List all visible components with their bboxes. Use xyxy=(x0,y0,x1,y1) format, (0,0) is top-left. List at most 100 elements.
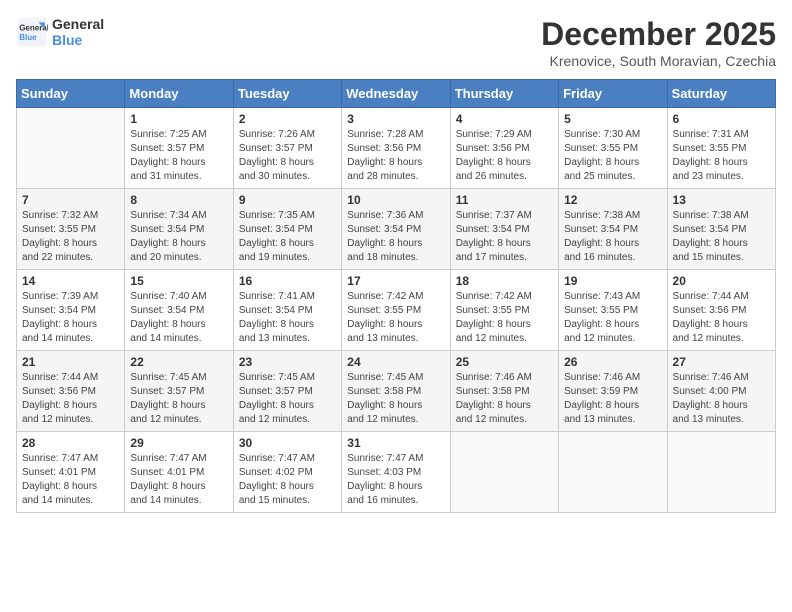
calendar-cell: 30 Sunrise: 7:47 AM Sunset: 4:02 PM Dayli… xyxy=(233,432,341,513)
calendar-cell: 15 Sunrise: 7:40 AM Sunset: 3:54 PM Dayli… xyxy=(125,270,233,351)
location-subtitle: Krenovice, South Moravian, Czechia xyxy=(541,53,776,69)
title-block: December 2025 Krenovice, South Moravian,… xyxy=(541,16,776,69)
month-title: December 2025 xyxy=(541,16,776,53)
day-number: 8 xyxy=(130,193,227,207)
day-info: Sunrise: 7:32 AM Sunset: 3:55 PM Dayligh… xyxy=(22,209,119,265)
day-number: 28 xyxy=(22,436,119,450)
day-info: Sunrise: 7:40 AM Sunset: 3:54 PM Dayligh… xyxy=(130,290,227,346)
weekday-row: SundayMondayTuesdayWednesdayThursdayFrid… xyxy=(17,80,776,108)
day-number: 22 xyxy=(130,355,227,369)
day-number: 30 xyxy=(239,436,336,450)
day-info: Sunrise: 7:26 AM Sunset: 3:57 PM Dayligh… xyxy=(239,128,336,184)
calendar-body: 1 Sunrise: 7:25 AM Sunset: 3:57 PM Daylig… xyxy=(17,108,776,513)
calendar-table: SundayMondayTuesdayWednesdayThursdayFrid… xyxy=(16,79,776,513)
day-number: 11 xyxy=(456,193,553,207)
day-number: 3 xyxy=(347,112,444,126)
page-header: General Blue GeneralBlue December 2025 K… xyxy=(16,16,776,69)
calendar-cell: 11 Sunrise: 7:37 AM Sunset: 3:54 PM Dayli… xyxy=(450,189,558,270)
calendar-cell: 31 Sunrise: 7:47 AM Sunset: 4:03 PM Dayli… xyxy=(342,432,450,513)
day-info: Sunrise: 7:45 AM Sunset: 3:57 PM Dayligh… xyxy=(130,371,227,427)
calendar-cell: 14Sunrise: 7:39 AM Sunset: 3:54 PM Dayli… xyxy=(17,270,125,351)
day-number: 2 xyxy=(239,112,336,126)
day-info: Sunrise: 7:28 AM Sunset: 3:56 PM Dayligh… xyxy=(347,128,444,184)
day-info: Sunrise: 7:46 AM Sunset: 4:00 PM Dayligh… xyxy=(673,371,770,427)
weekday-header: Thursday xyxy=(450,80,558,108)
weekday-header: Wednesday xyxy=(342,80,450,108)
day-info: Sunrise: 7:34 AM Sunset: 3:54 PM Dayligh… xyxy=(130,209,227,265)
day-info: Sunrise: 7:46 AM Sunset: 3:58 PM Dayligh… xyxy=(456,371,553,427)
day-number: 26 xyxy=(564,355,661,369)
calendar-cell: 28Sunrise: 7:47 AM Sunset: 4:01 PM Dayli… xyxy=(17,432,125,513)
day-number: 9 xyxy=(239,193,336,207)
day-info: Sunrise: 7:37 AM Sunset: 3:54 PM Dayligh… xyxy=(456,209,553,265)
calendar-cell: 13 Sunrise: 7:38 AM Sunset: 3:54 PM Dayli… xyxy=(667,189,775,270)
calendar-cell: 4 Sunrise: 7:29 AM Sunset: 3:56 PM Daylig… xyxy=(450,108,558,189)
day-info: Sunrise: 7:47 AM Sunset: 4:01 PM Dayligh… xyxy=(130,452,227,508)
day-info: Sunrise: 7:30 AM Sunset: 3:55 PM Dayligh… xyxy=(564,128,661,184)
day-number: 19 xyxy=(564,274,661,288)
day-info: Sunrise: 7:43 AM Sunset: 3:55 PM Dayligh… xyxy=(564,290,661,346)
day-info: Sunrise: 7:31 AM Sunset: 3:55 PM Dayligh… xyxy=(673,128,770,184)
logo-icon: General Blue xyxy=(16,16,48,48)
svg-text:Blue: Blue xyxy=(19,33,37,42)
day-number: 20 xyxy=(673,274,770,288)
day-number: 31 xyxy=(347,436,444,450)
calendar-cell: 21 Sunrise: 7:44 AM Sunset: 3:56 PM Dayli… xyxy=(17,351,125,432)
calendar-cell xyxy=(17,108,125,189)
calendar-cell: 9Sunrise: 7:35 AM Sunset: 3:54 PM Daylig… xyxy=(233,189,341,270)
day-info: Sunrise: 7:47 AM Sunset: 4:03 PM Dayligh… xyxy=(347,452,444,508)
day-number: 5 xyxy=(564,112,661,126)
calendar-cell: 6 Sunrise: 7:31 AM Sunset: 3:55 PM Daylig… xyxy=(667,108,775,189)
logo-text: GeneralBlue xyxy=(52,16,104,48)
calendar-week: 14Sunrise: 7:39 AM Sunset: 3:54 PM Dayli… xyxy=(17,270,776,351)
calendar-cell: 12Sunrise: 7:38 AM Sunset: 3:54 PM Dayli… xyxy=(559,189,667,270)
day-number: 1 xyxy=(130,112,227,126)
day-number: 21 xyxy=(22,355,119,369)
day-info: Sunrise: 7:44 AM Sunset: 3:56 PM Dayligh… xyxy=(22,371,119,427)
calendar-cell: 27 Sunrise: 7:46 AM Sunset: 4:00 PM Dayli… xyxy=(667,351,775,432)
day-info: Sunrise: 7:44 AM Sunset: 3:56 PM Dayligh… xyxy=(673,290,770,346)
calendar-cell: 10Sunrise: 7:36 AM Sunset: 3:54 PM Dayli… xyxy=(342,189,450,270)
day-info: Sunrise: 7:25 AM Sunset: 3:57 PM Dayligh… xyxy=(130,128,227,184)
calendar-cell: 5 Sunrise: 7:30 AM Sunset: 3:55 PM Daylig… xyxy=(559,108,667,189)
day-number: 15 xyxy=(130,274,227,288)
logo: General Blue GeneralBlue xyxy=(16,16,104,48)
day-info: Sunrise: 7:41 AM Sunset: 3:54 PM Dayligh… xyxy=(239,290,336,346)
calendar-cell: 29 Sunrise: 7:47 AM Sunset: 4:01 PM Dayli… xyxy=(125,432,233,513)
calendar-cell: 18Sunrise: 7:42 AM Sunset: 3:55 PM Dayli… xyxy=(450,270,558,351)
day-number: 17 xyxy=(347,274,444,288)
day-info: Sunrise: 7:45 AM Sunset: 3:58 PM Dayligh… xyxy=(347,371,444,427)
calendar-header: SundayMondayTuesdayWednesdayThursdayFrid… xyxy=(17,80,776,108)
day-info: Sunrise: 7:47 AM Sunset: 4:02 PM Dayligh… xyxy=(239,452,336,508)
day-number: 6 xyxy=(673,112,770,126)
day-number: 7 xyxy=(22,193,119,207)
calendar-cell: 17Sunrise: 7:42 AM Sunset: 3:55 PM Dayli… xyxy=(342,270,450,351)
weekday-header: Tuesday xyxy=(233,80,341,108)
day-info: Sunrise: 7:39 AM Sunset: 3:54 PM Dayligh… xyxy=(22,290,119,346)
calendar-cell xyxy=(667,432,775,513)
weekday-header: Friday xyxy=(559,80,667,108)
day-number: 29 xyxy=(130,436,227,450)
calendar-week: 28 Sunrise: 7:47 AM Sunset: 4:01 PM Dayli… xyxy=(17,432,776,513)
calendar-cell: 3 Sunrise: 7:28 AM Sunset: 3:56 PM Daylig… xyxy=(342,108,450,189)
calendar-week: 21 Sunrise: 7:44 AM Sunset: 3:56 PM Dayli… xyxy=(17,351,776,432)
day-info: Sunrise: 7:46 AM Sunset: 3:59 PM Dayligh… xyxy=(564,371,661,427)
day-number: 13 xyxy=(673,193,770,207)
calendar-cell: 24 Sunrise: 7:45 AM Sunset: 3:58 PM Dayli… xyxy=(342,351,450,432)
day-number: 4 xyxy=(456,112,553,126)
day-number: 24 xyxy=(347,355,444,369)
calendar-week: 1 Sunrise: 7:25 AM Sunset: 3:57 PM Daylig… xyxy=(17,108,776,189)
calendar-cell: 7 Sunrise: 7:32 AM Sunset: 3:55 PM Daylig… xyxy=(17,189,125,270)
calendar-cell xyxy=(559,432,667,513)
day-info: Sunrise: 7:42 AM Sunset: 3:55 PM Dayligh… xyxy=(456,290,553,346)
day-info: Sunrise: 7:29 AM Sunset: 3:56 PM Dayligh… xyxy=(456,128,553,184)
day-info: Sunrise: 7:38 AM Sunset: 3:54 PM Dayligh… xyxy=(564,209,661,265)
day-number: 27 xyxy=(673,355,770,369)
day-info: Sunrise: 7:36 AM Sunset: 3:54 PM Dayligh… xyxy=(347,209,444,265)
day-info: Sunrise: 7:38 AM Sunset: 3:54 PM Dayligh… xyxy=(673,209,770,265)
day-number: 23 xyxy=(239,355,336,369)
calendar-cell: 22 Sunrise: 7:45 AM Sunset: 3:57 PM Dayli… xyxy=(125,351,233,432)
day-number: 16 xyxy=(239,274,336,288)
calendar-cell: 23Sunrise: 7:45 AM Sunset: 3:57 PM Dayli… xyxy=(233,351,341,432)
calendar-cell: 25Sunrise: 7:46 AM Sunset: 3:58 PM Dayli… xyxy=(450,351,558,432)
